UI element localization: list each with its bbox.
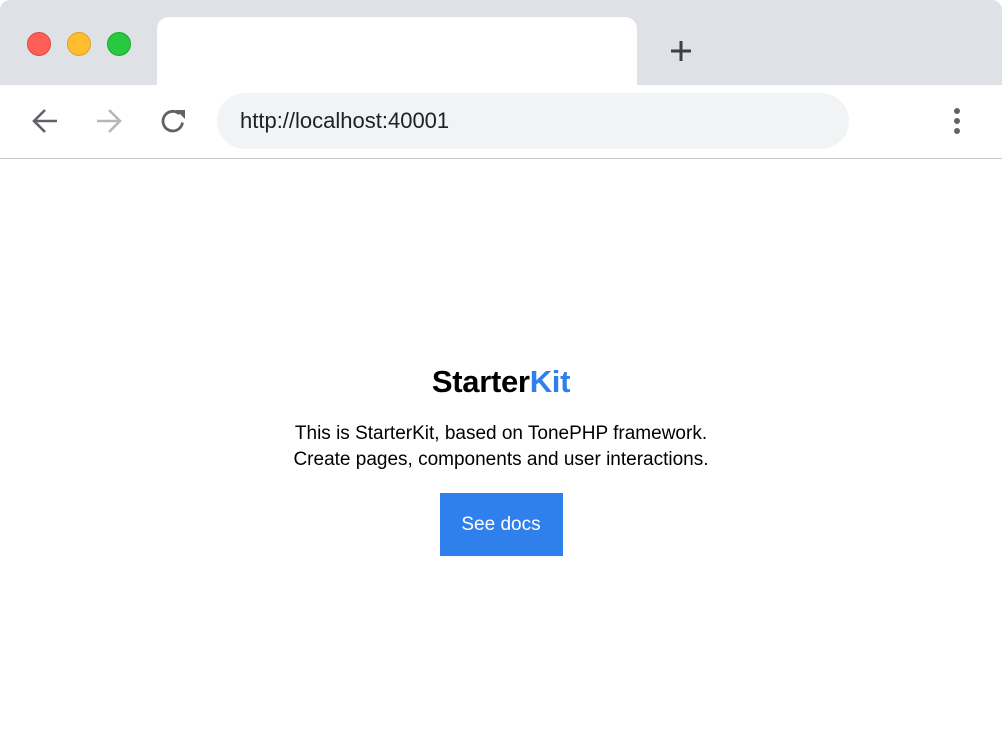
browser-menu-button[interactable] [939,103,975,139]
tab-strip [0,0,1002,85]
plus-icon [671,41,691,61]
address-bar[interactable]: http://localhost:40001 [217,93,849,149]
kebab-menu-icon [954,108,960,134]
see-docs-button[interactable]: See docs [439,493,563,556]
forward-button[interactable] [91,103,127,139]
hero-section: StarterKit This is StarterKit, based on … [0,362,1002,556]
reload-icon [161,109,185,133]
reload-button[interactable] [155,103,191,139]
arrow-left-icon [32,109,57,133]
minimize-window-button[interactable] [67,32,91,56]
active-tab[interactable] [157,17,637,85]
description-line-1: This is StarterKit, based on TonePHP fra… [294,423,708,444]
browser-toolbar: http://localhost:40001 [0,85,1002,159]
brand-name-part2: Kit [529,364,571,399]
arrow-right-icon [97,109,122,133]
description-line-2: Create pages, components and user intera… [293,449,709,470]
page-content: StarterKit This is StarterKit, based on … [0,159,1002,752]
back-button[interactable] [27,103,63,139]
browser-window: http://localhost:40001 StarterKit This i… [0,0,1002,752]
maximize-window-button[interactable] [107,32,131,56]
address-bar-url: http://localhost:40001 [240,108,450,133]
close-window-button[interactable] [27,32,51,56]
page-title: StarterKit [0,362,1002,402]
brand-name-part1: Starter [431,364,530,399]
new-tab-button[interactable] [663,33,699,69]
description: This is StarterKit, based on TonePHP fra… [0,421,1002,473]
